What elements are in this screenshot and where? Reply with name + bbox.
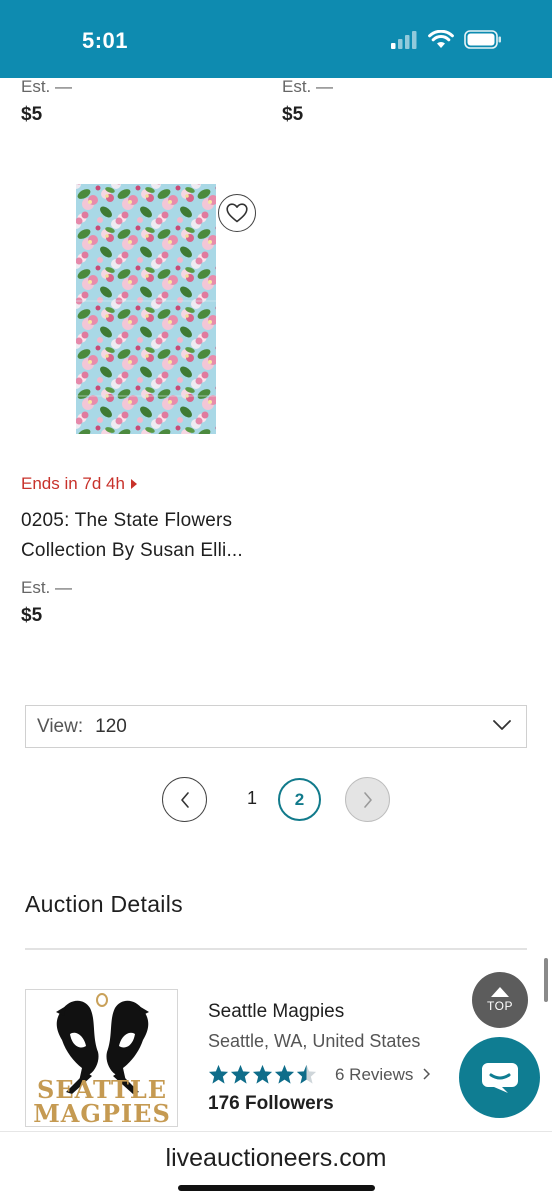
price-label: $5 [282,104,304,125]
chevron-right-icon [423,1068,431,1080]
price-label: $5 [21,104,43,125]
browser-url-bar[interactable]: liveauctioneers.com [0,1131,552,1200]
estimate-label: Est. — [21,578,73,597]
chat-button[interactable] [459,1037,540,1118]
page-2-current[interactable]: 2 [278,778,321,821]
logo-text-line2: MAGPIES [33,1099,171,1127]
lot-title[interactable]: 0205: The State Flowers Collection By Su… [21,506,291,566]
star-icon [230,1064,251,1084]
page-1-link[interactable]: 1 [247,788,257,809]
url-text[interactable]: liveauctioneers.com [0,1144,552,1173]
floral-pattern [76,184,216,434]
view-value: 120 [95,715,127,737]
estimate-label: Est. — [21,77,73,96]
status-time: 5:01 [82,28,129,53]
star-icon [208,1064,229,1084]
seller-logo[interactable]: SEATTLE MAGPIES [25,989,178,1127]
view-select[interactable]: View: 120 [25,705,527,748]
seller-name[interactable]: Seattle Magpies [208,1001,344,1023]
floral-fabric-image[interactable] [76,184,216,434]
auction-details-heading: Auction Details [25,891,183,917]
reviews-link[interactable]: 6 Reviews [335,1065,431,1085]
star-half-icon [296,1064,317,1084]
home-indicator [178,1185,375,1191]
next-page-button[interactable] [345,777,390,822]
magpies-logo: SEATTLE MAGPIES [33,993,171,1127]
status-icons [390,30,502,49]
view-label: View: [37,715,84,737]
price-label: $5 [21,605,43,626]
chat-bubble-icon [481,1062,518,1093]
previous-page-button[interactable] [162,777,207,822]
status-bar: 5:01 [0,0,552,78]
top-label: TOP [487,999,513,1013]
followers-count: 176 Followers [208,1093,334,1114]
chevron-left-icon [180,791,189,808]
seller-location: Seattle, WA, United States [208,1031,421,1051]
ends-in-text: Ends in 7d 4h [21,474,125,493]
rating-stars [208,1064,317,1084]
star-icon [274,1064,295,1084]
favorite-button[interactable] [218,194,256,232]
triangle-up-icon [491,987,509,997]
wifi-icon [428,30,454,48]
reviews-count: 6 Reviews [335,1065,414,1084]
heart-icon [226,203,248,223]
battery-icon [464,30,501,49]
ends-in-label: Ends in 7d 4h [21,474,137,494]
cellular-signal-icon [391,30,417,49]
scrollbar-thumb[interactable] [544,958,548,1002]
estimate-label: Est. — [282,77,334,96]
caret-right-icon [130,479,137,489]
chevron-down-icon [493,720,511,730]
divider [25,948,527,950]
scroll-to-top-button[interactable]: TOP [472,972,528,1028]
star-icon [252,1064,273,1084]
chevron-right-icon [363,791,372,808]
